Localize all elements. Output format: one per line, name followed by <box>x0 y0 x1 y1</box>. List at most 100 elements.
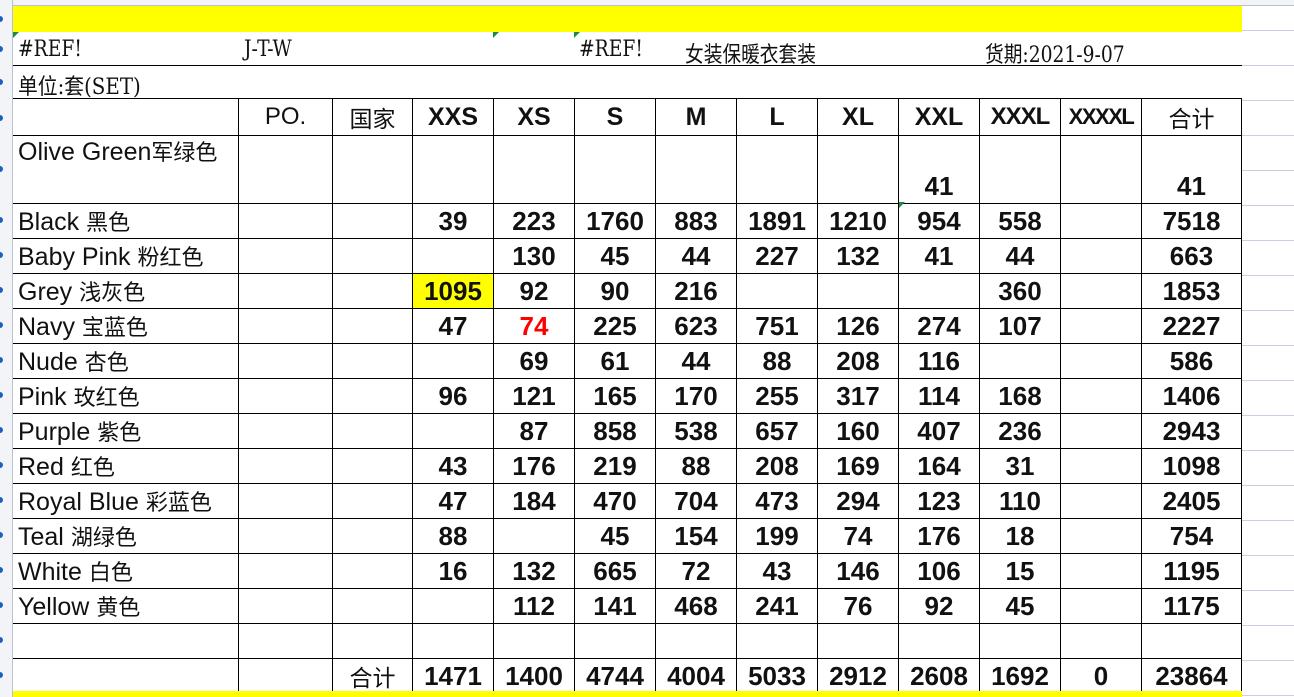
qty-cell-l[interactable]: 227 <box>736 238 818 274</box>
qty-cell-xxxxl[interactable] <box>1060 413 1142 449</box>
qty-cell-xxs[interactable] <box>412 238 494 274</box>
po-cell[interactable] <box>238 308 333 344</box>
color-name-cell[interactable]: Nude 杏色 <box>12 343 239 379</box>
qty-cell-xs[interactable] <box>493 518 575 554</box>
qty-cell-xl[interactable] <box>817 273 899 309</box>
qty-cell-m[interactable]: 216 <box>655 273 737 309</box>
qty-cell-l[interactable]: 241 <box>736 588 818 624</box>
header-size-xxxxl[interactable]: XXXXL <box>1060 98 1142 136</box>
qty-cell-m[interactable]: 44 <box>655 238 737 274</box>
qty-cell-l[interactable]: 255 <box>736 378 818 414</box>
qty-cell-xl[interactable]: 169 <box>817 448 899 484</box>
qty-cell-xxxxl[interactable] <box>1060 378 1142 414</box>
qty-cell-m[interactable]: 44 <box>655 343 737 379</box>
qty-cell-xl[interactable]: 132 <box>817 238 899 274</box>
qty-cell-xxs[interactable]: 1095 <box>412 273 494 309</box>
qty-cell-xs[interactable]: 69 <box>493 343 575 379</box>
qty-cell-xxxl[interactable]: 44 <box>979 238 1061 274</box>
qty-cell-xxs[interactable] <box>412 343 494 379</box>
qty-cell-xs[interactable]: 130 <box>493 238 575 274</box>
qty-cell-s[interactable] <box>574 135 656 204</box>
row-header-strip[interactable] <box>0 0 13 697</box>
qty-cell-xxxxl[interactable] <box>1060 135 1142 204</box>
po-cell[interactable] <box>238 378 333 414</box>
totals-label[interactable]: 合计 <box>332 658 413 694</box>
qty-cell-xl[interactable]: 76 <box>817 588 899 624</box>
empty-cell[interactable] <box>979 623 1061 659</box>
qty-cell-xxl[interactable]: 407 <box>898 413 980 449</box>
qty-cell-s[interactable]: 90 <box>574 273 656 309</box>
qty-cell-xxs[interactable] <box>412 588 494 624</box>
qty-cell-xxl[interactable]: 116 <box>898 343 980 379</box>
empty-cell[interactable] <box>238 658 333 694</box>
color-name-cell[interactable]: Grey 浅灰色 <box>12 273 239 309</box>
color-name-cell[interactable]: Purple 紫色 <box>12 413 239 449</box>
column-header-strip[interactable] <box>0 0 1294 6</box>
row-total-cell[interactable]: 7518 <box>1141 203 1242 239</box>
qty-cell-xxxl[interactable]: 236 <box>979 413 1061 449</box>
empty-cell[interactable] <box>12 623 239 659</box>
qty-cell-xxxxl[interactable] <box>1060 238 1142 274</box>
row-total-cell[interactable]: 1853 <box>1141 273 1242 309</box>
color-name-cell[interactable]: Yellow 黄色 <box>12 588 239 624</box>
qty-cell-xs[interactable] <box>493 135 575 204</box>
po-cell[interactable] <box>238 413 333 449</box>
header-po[interactable]: PO. <box>238 98 333 136</box>
qty-cell-xxl[interactable]: 92 <box>898 588 980 624</box>
qty-cell-l[interactable]: 208 <box>736 448 818 484</box>
row-total-cell[interactable]: 1175 <box>1141 588 1242 624</box>
grand-total-cell[interactable]: 23864 <box>1141 658 1242 694</box>
qty-cell-xxxl[interactable]: 110 <box>979 483 1061 519</box>
qty-cell-l[interactable] <box>736 135 818 204</box>
country-cell[interactable] <box>332 308 413 344</box>
qty-cell-m[interactable]: 468 <box>655 588 737 624</box>
qty-cell-xxl[interactable]: 176 <box>898 518 980 554</box>
country-cell[interactable] <box>332 553 413 589</box>
qty-cell-s[interactable]: 470 <box>574 483 656 519</box>
ref-error-cell-2[interactable]: #REF! <box>579 37 643 62</box>
qty-cell-m[interactable]: 538 <box>655 413 737 449</box>
qty-cell-xxxxl[interactable] <box>1060 343 1142 379</box>
ref-error-cell-1[interactable]: #REF! <box>18 37 82 62</box>
po-cell[interactable] <box>238 238 333 274</box>
qty-cell-s[interactable]: 1760 <box>574 203 656 239</box>
qty-cell-l[interactable]: 88 <box>736 343 818 379</box>
header-color-cell[interactable] <box>12 98 239 136</box>
unit-label[interactable]: 单位:套(SET) <box>18 69 141 101</box>
color-name-cell[interactable]: White 白色 <box>12 553 239 589</box>
qty-cell-l[interactable]: 473 <box>736 483 818 519</box>
qty-cell-xxl[interactable]: 164 <box>898 448 980 484</box>
qty-cell-xxxxl[interactable] <box>1060 448 1142 484</box>
qty-cell-s[interactable]: 225 <box>574 308 656 344</box>
qty-cell-xxl[interactable]: 41 <box>898 238 980 274</box>
header-total[interactable]: 合计 <box>1141 98 1242 136</box>
qty-cell-xxl[interactable]: 954 <box>898 203 980 239</box>
yellow-banner-row[interactable] <box>12 6 1242 32</box>
empty-cell[interactable] <box>12 658 239 694</box>
column-total-xl[interactable]: 2912 <box>817 658 899 694</box>
yellow-footer-row[interactable] <box>12 691 1242 697</box>
qty-cell-xs[interactable]: 92 <box>493 273 575 309</box>
country-cell[interactable] <box>332 238 413 274</box>
country-cell[interactable] <box>332 378 413 414</box>
qty-cell-xxl[interactable]: 274 <box>898 308 980 344</box>
qty-cell-xxxl[interactable]: 168 <box>979 378 1061 414</box>
qty-cell-xxs[interactable] <box>412 413 494 449</box>
row-total-cell[interactable]: 754 <box>1141 518 1242 554</box>
column-total-m[interactable]: 4004 <box>655 658 737 694</box>
country-cell[interactable] <box>332 518 413 554</box>
qty-cell-xs[interactable]: 223 <box>493 203 575 239</box>
qty-cell-xxs[interactable]: 39 <box>412 203 494 239</box>
qty-cell-xxxxl[interactable] <box>1060 308 1142 344</box>
qty-cell-s[interactable]: 219 <box>574 448 656 484</box>
po-cell[interactable] <box>238 203 333 239</box>
country-cell[interactable] <box>332 135 413 204</box>
empty-cell[interactable] <box>493 623 575 659</box>
product-name-cell[interactable]: 女装保暖衣套装 <box>685 37 816 69</box>
color-name-cell[interactable]: Navy 宝蓝色 <box>12 308 239 344</box>
country-cell[interactable] <box>332 483 413 519</box>
empty-cell[interactable] <box>332 623 413 659</box>
empty-cell[interactable] <box>412 623 494 659</box>
po-cell[interactable] <box>238 588 333 624</box>
qty-cell-xxxl[interactable]: 15 <box>979 553 1061 589</box>
